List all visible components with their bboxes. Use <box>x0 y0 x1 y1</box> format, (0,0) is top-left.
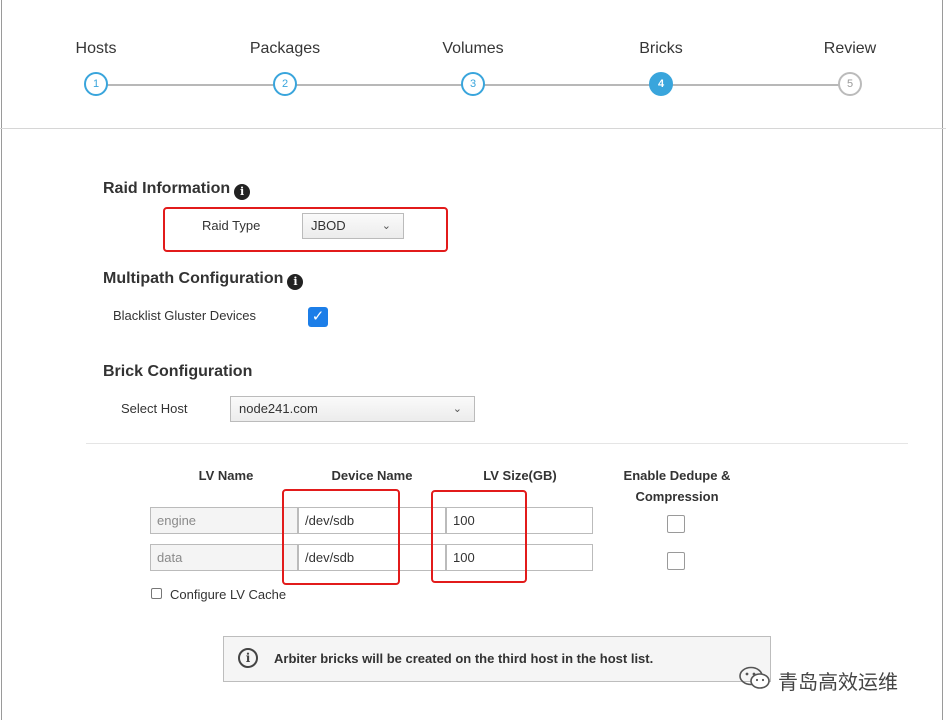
step-label: Bricks <box>639 40 683 57</box>
lv-cache-checkbox[interactable] <box>151 588 162 599</box>
raid-heading-text: Raid Information <box>103 180 231 197</box>
wechat-logo-icon <box>739 666 770 689</box>
device-name-header: Device Name <box>331 468 413 483</box>
blacklist-checkbox[interactable]: ✓ <box>308 307 328 327</box>
dedupe-header-line2: Compression <box>635 489 719 504</box>
highlight-box-device <box>282 489 400 585</box>
step-number-circle[interactable]: 3 <box>461 72 485 96</box>
section-divider <box>86 443 908 444</box>
highlight-box-size <box>431 490 527 583</box>
dedupe-checkbox[interactable] <box>667 515 685 533</box>
step-label: Hosts <box>75 40 117 57</box>
host-select[interactable]: node241.com ⌄ <box>230 396 475 422</box>
info-circle-icon: i <box>238 648 258 668</box>
multipath-heading: Multipath Configuration i <box>103 270 304 290</box>
wizard-steps: Hosts 1 Packages 2 Volumes 3 Bricks 4 Re… <box>0 0 946 129</box>
select-host-label: Select Host <box>121 401 188 416</box>
lv-size-header: LV Size(GB) <box>483 468 557 483</box>
step-label: Review <box>823 40 877 57</box>
step-number-circle[interactable]: 4 <box>649 72 673 96</box>
dedupe-header-line1: Enable Dedupe & <box>623 468 731 483</box>
step-number-circle[interactable]: 2 <box>273 72 297 96</box>
info-icon[interactable]: i <box>234 184 251 200</box>
arbiter-info-alert: i Arbiter bricks will be created on the … <box>223 636 771 682</box>
brick-heading: Brick Configuration <box>103 363 253 380</box>
dedupe-checkbox[interactable] <box>667 552 685 570</box>
highlight-box-raid <box>163 207 448 252</box>
multipath-heading-text: Multipath Configuration <box>103 270 284 287</box>
alert-text: Arbiter bricks will be created on the th… <box>274 651 654 666</box>
host-select-value: node241.com <box>239 401 318 416</box>
watermark-text: 青岛高效运维 <box>778 672 898 694</box>
lv-name-header: LV Name <box>198 468 254 483</box>
chevron-down-icon: ⌄ <box>452 403 462 415</box>
lv-name-field: engine <box>150 507 298 534</box>
step-number-circle[interactable]: 1 <box>84 72 108 96</box>
raid-heading: Raid Information i <box>103 180 251 200</box>
info-icon[interactable]: i <box>287 274 304 290</box>
blacklist-label: Blacklist Gluster Devices <box>113 308 257 323</box>
step-number-circle[interactable]: 5 <box>838 72 862 96</box>
step-label: Packages <box>249 40 321 57</box>
lv-cache-label: Configure LV Cache <box>170 587 287 602</box>
step-label: Volumes <box>442 40 504 57</box>
lv-name-field: data <box>150 544 298 571</box>
